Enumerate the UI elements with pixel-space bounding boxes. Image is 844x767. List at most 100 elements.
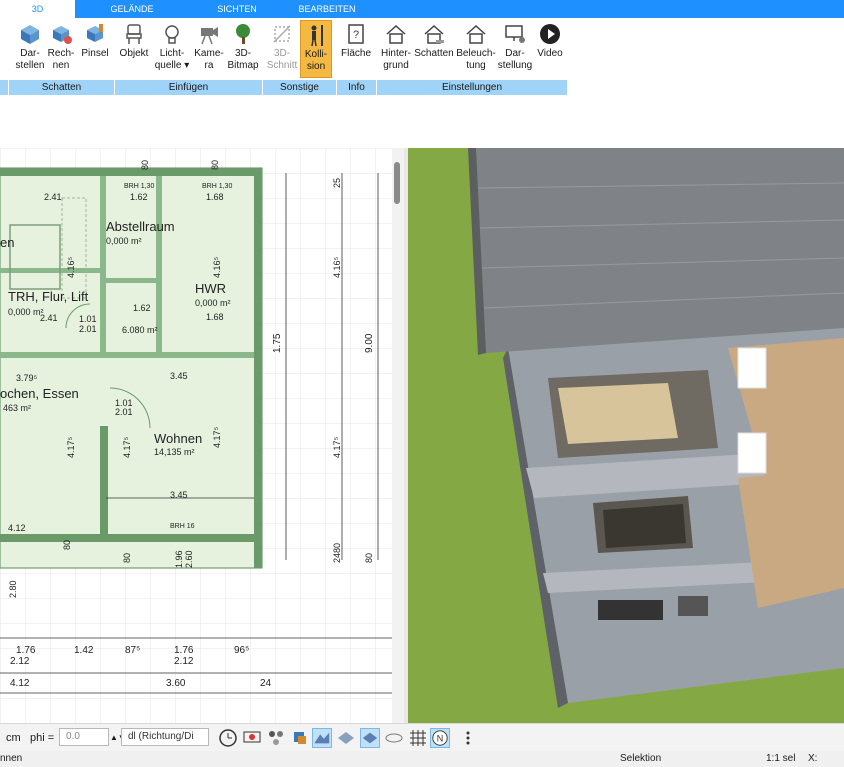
status-bar: nnen Selektion 1:1 sel X: — [0, 751, 844, 767]
lichtquelle-label: Licht- quelle ▾ — [154, 48, 190, 71]
dim-label: 1.68 — [206, 312, 224, 322]
outer-wall-right — [254, 168, 262, 568]
layers-icon[interactable] — [290, 728, 310, 748]
dim-label: 2.01 — [79, 324, 97, 334]
tab-bearbeiten[interactable]: BEARBEITEN — [287, 0, 367, 18]
wall-step — [100, 426, 108, 542]
dim-label: 24 — [260, 678, 272, 689]
room-area-abstellraum: 0,000 m² — [106, 236, 142, 246]
kamera-button[interactable]: Kame- ra — [192, 20, 226, 78]
outer-wall-bottom-left — [0, 534, 104, 542]
group-info: Info — [336, 80, 376, 95]
dim-label: 87⁵ — [125, 645, 140, 656]
phi-label: phi = — [30, 732, 55, 744]
dim-label: 4.16⁵ — [332, 256, 342, 278]
play-icon — [540, 24, 560, 44]
group-schatten: Schatten — [8, 80, 114, 95]
tab-sichten[interactable]: SICHTEN — [197, 0, 277, 18]
pinsel-label: Pinsel — [81, 48, 109, 59]
dim-label: 25 — [332, 178, 342, 188]
rechnen-button[interactable]: Rech- nen — [46, 20, 76, 78]
lichtquelle-button[interactable]: Licht- quelle ▾ — [154, 20, 190, 78]
kollision-label: Kolli- sion — [304, 49, 328, 72]
roof — [476, 148, 844, 353]
dim-label: 2.12 — [10, 656, 30, 667]
wall-tool-icon[interactable] — [336, 728, 356, 748]
kollision-button[interactable]: Kolli- sion — [300, 20, 332, 78]
tab-3d[interactable]: 3D — [0, 0, 75, 18]
dim-label: 3.45 — [170, 371, 188, 381]
plan-vertical-scrollbar[interactable] — [392, 148, 404, 723]
dim-label: 4.17⁵ — [122, 436, 132, 458]
dim-label: 2480 — [332, 543, 342, 563]
texture-icon[interactable] — [384, 728, 404, 748]
3d-bitmap-label: 3D- Bitmap — [227, 48, 259, 71]
svg-text:N: N — [437, 734, 444, 744]
bottom-toolbar: cm phi = 0.0 ▲▼ ° dl (Richtung/Di N — [0, 723, 844, 751]
room-label-kochen: ochen, Essen — [0, 386, 79, 401]
house-light-icon — [466, 24, 486, 44]
house-background-icon — [386, 24, 406, 44]
chair-icon — [126, 24, 142, 44]
dim-label: 2.01 — [115, 407, 133, 417]
clock-icon[interactable] — [218, 728, 238, 748]
group-sonstige: Sonstige — [262, 80, 336, 95]
dim-label: 1.76 — [16, 645, 36, 656]
dim-label: 4.17⁵ — [66, 436, 76, 458]
more-options-icon[interactable] — [458, 728, 478, 748]
ribbon-tab-bar: 3D GELÄNDE SICHTEN BEARBEITEN — [0, 0, 844, 18]
dim-label: 4.16⁵ — [66, 256, 76, 278]
monitor-gear-icon — [505, 25, 525, 43]
pinsel-button[interactable]: Pinsel — [80, 20, 110, 78]
network-icon[interactable] — [266, 728, 286, 748]
room-label-abstellraum: Abstellraum — [106, 219, 175, 234]
flaeche-button[interactable]: ? Fläche — [340, 20, 372, 78]
area-info-icon: ? — [348, 24, 364, 44]
dim-label: 1.42 — [74, 645, 94, 656]
3d-bitmap-button[interactable]: 3D- Bitmap — [226, 20, 260, 78]
3d-scene[interactable] — [408, 148, 844, 723]
plan-scroll-thumb[interactable] — [394, 162, 400, 204]
tab-gelaende[interactable]: GELÄNDE — [92, 0, 172, 18]
hintergrund-button[interactable]: Hinter- grund — [378, 20, 414, 78]
status-scale: 1:1 sel — [766, 753, 796, 764]
dim-label: 1.68 — [206, 192, 224, 202]
beleuchtung-button[interactable]: Beleuch- tung — [456, 20, 496, 78]
phi-value: 0.0 — [66, 731, 80, 742]
dim-label: 80 — [140, 160, 150, 170]
lightbulb-icon — [165, 25, 179, 44]
objekt-button[interactable]: Objekt — [118, 20, 150, 78]
direction-select[interactable]: dl (Richtung/Di — [121, 728, 209, 746]
north-icon[interactable]: N — [430, 728, 450, 748]
dim-label: 2.12 — [174, 656, 194, 667]
floor-plan-canvas[interactable]: Abstellraum 0,000 m² TRH, Flur, Lift 0,0… — [0, 148, 392, 723]
dim-label: 4.12 — [10, 678, 30, 689]
room-label-wohnen: Wohnen — [154, 431, 202, 446]
dim-label: 80 — [62, 540, 72, 550]
dim-label: 9.00 — [364, 333, 375, 353]
schatten-button[interactable]: Schatten — [414, 20, 454, 78]
plane-icon[interactable] — [360, 728, 380, 748]
dim-label: 3.60 — [166, 678, 186, 689]
kamera-label: Kame- ra — [194, 48, 224, 71]
status-mode: Selektion — [620, 753, 662, 764]
video-button[interactable]: Video — [534, 20, 566, 78]
terrain-icon[interactable] — [312, 728, 332, 748]
cube-icon — [21, 25, 39, 44]
dim-label: 3.79⁵ — [16, 373, 38, 383]
dim-label: BRH 1,30 — [124, 183, 154, 190]
phi-input[interactable]: 0.0 — [59, 728, 109, 746]
ribbon-toolbar: Dar- stellen Rech- nen Pinsel Objekt Lic… — [0, 18, 844, 80]
monitor-icon[interactable] — [242, 728, 262, 748]
3d-view[interactable] — [408, 148, 844, 723]
room-area-kochen: 463 m² — [3, 403, 31, 413]
floor-plan-view[interactable]: Abstellraum 0,000 m² TRH, Flur, Lift 0,0… — [0, 148, 392, 723]
grid-icon[interactable] — [408, 728, 428, 748]
dim-label: 2.41 — [44, 192, 62, 202]
3d-schnitt-button[interactable]: 3D- Schnitt — [266, 20, 298, 78]
direction-value: dl (Richtung/Di — [128, 731, 194, 742]
dim-label: BRH 1,30 — [202, 183, 232, 190]
darstellen-button[interactable]: Dar- stellen — [12, 20, 48, 78]
darstellung-button[interactable]: Dar- stellung — [496, 20, 534, 78]
app-window: 3D GELÄNDE SICHTEN BEARBEITEN Dar- stell… — [0, 0, 844, 767]
